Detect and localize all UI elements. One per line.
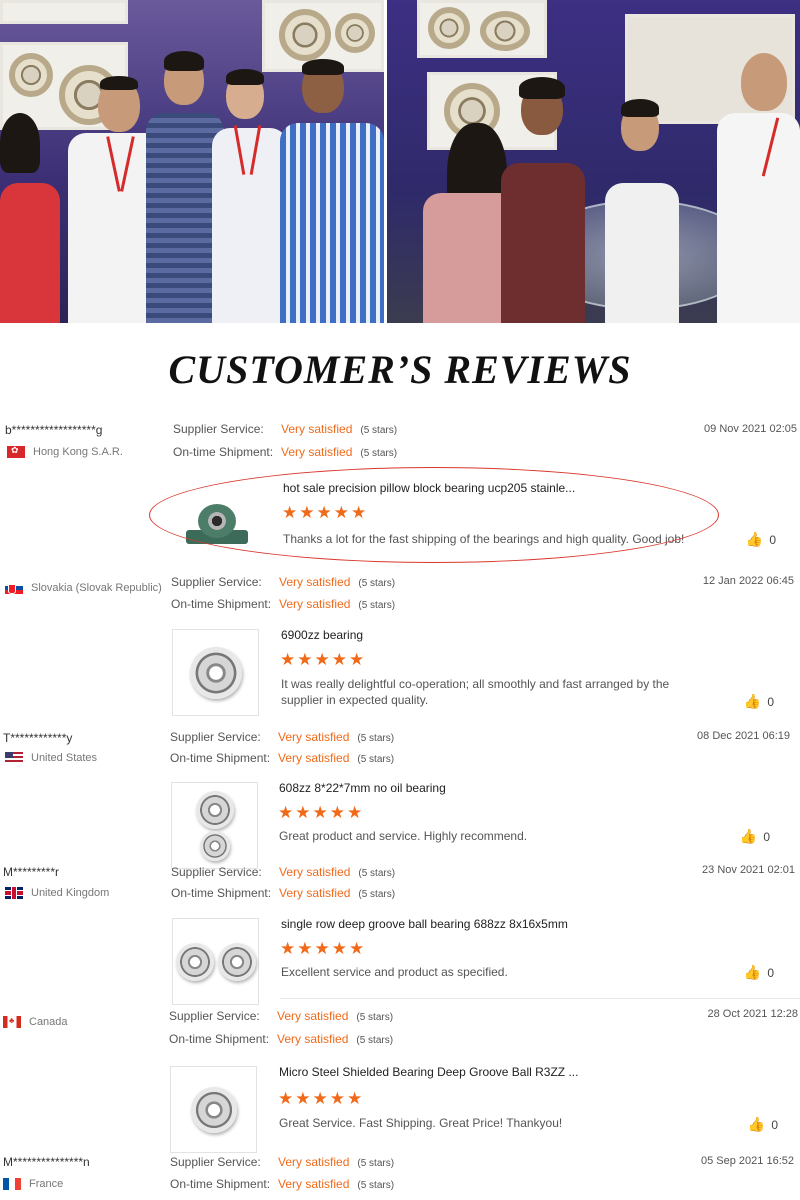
buyer-name: T************y (3, 731, 73, 745)
buyer-country: United States (5, 752, 97, 764)
slovakia-flag-icon (5, 582, 23, 594)
like-button[interactable]: 👍 0 (744, 964, 774, 981)
review-date: 28 Oct 2021 12:28 (707, 1008, 798, 1020)
supplier-service-rating: Supplier Service: Very satisfied (5 stars) (169, 1009, 394, 1023)
review-comment: Excellent service and product as specifi… (281, 965, 508, 979)
supplier-service-rating: Supplier Service: Very satisfied (5 stars) (170, 1155, 395, 1169)
buyer-name: M*********r (3, 865, 60, 879)
like-button[interactable]: 👍 0 (748, 1116, 778, 1133)
divider (280, 998, 800, 999)
like-button[interactable]: 👍 0 (740, 828, 770, 845)
ontime-shipment-rating: On-time Shipment: Very satisfied (5 stars) (171, 597, 396, 611)
ontime-shipment-rating: On-time Shipment: Very satisfied (5 stars) (170, 1177, 395, 1191)
thumbs-up-icon: 👍 (747, 1116, 766, 1132)
product-link[interactable]: 608zz 8*22*7mm no oil bearing (279, 781, 446, 795)
trade-show-group-photo (0, 0, 384, 323)
buyer-country: Slovakia (Slovak Republic) (5, 582, 162, 594)
review-comment: It was really delightful co-operation; a… (281, 677, 670, 707)
ontime-shipment-rating: On-time Shipment: Very satisfied (5 stars) (169, 1032, 394, 1046)
stacked-bearings-image[interactable] (171, 782, 258, 869)
thumbs-up-icon: 👍 (743, 693, 762, 709)
thumbs-up-icon: 👍 (745, 531, 764, 547)
supplier-service-rating: Supplier Service: Very satisfied (5 stars) (170, 730, 395, 744)
hong-kong-flag-icon (7, 446, 25, 458)
buyer-name: M***************n (3, 1155, 90, 1169)
supplier-service-rating: Supplier Service: Very satisfied (5 stars) (173, 422, 398, 436)
trade-show-meeting-photo (387, 0, 800, 323)
buyer-country: Hong Kong S.A.R. (7, 446, 123, 458)
buyer-country: Canada (3, 1016, 68, 1028)
star-rating: ★★★★★ (278, 1089, 365, 1108)
star-rating: ★★★★★ (280, 939, 367, 958)
united-states-flag-icon (5, 752, 23, 764)
micro-bearing-image[interactable] (170, 1066, 257, 1153)
ball-bearing-image[interactable] (172, 629, 259, 716)
highlight-ellipse (149, 467, 719, 563)
review-date: 05 Sep 2021 16:52 (701, 1155, 794, 1167)
buyer-name: b******************g (5, 423, 103, 437)
thumbs-up-icon: 👍 (739, 828, 758, 844)
trade-show-photo-banner (0, 0, 800, 323)
review-date: 23 Nov 2021 02:01 (702, 864, 795, 876)
buyer-country: France (3, 1178, 63, 1190)
review-comment: Great product and service. Highly recomm… (279, 829, 528, 843)
like-button[interactable]: 👍 0 (744, 693, 774, 710)
product-link[interactable]: single row deep groove ball bearing 688z… (281, 917, 568, 931)
like-button[interactable]: 👍 0 (746, 531, 776, 548)
star-rating: ★★★★★ (278, 803, 365, 822)
supplier-service-rating: Supplier Service: Very satisfied (5 stars) (171, 865, 396, 879)
united-kingdom-flag-icon (5, 887, 23, 899)
two-bearings-image[interactable] (172, 918, 259, 1005)
product-link[interactable]: Micro Steel Shielded Bearing Deep Groove… (279, 1065, 578, 1079)
review-date: 12 Jan 2022 06:45 (702, 575, 794, 587)
page-title: CUSTOMER’S REVIEWS (168, 347, 632, 392)
canada-flag-icon (3, 1016, 21, 1028)
star-rating: ★★★★★ (280, 650, 367, 669)
review-date: 08 Dec 2021 06:19 (697, 730, 790, 742)
supplier-service-rating: Supplier Service: Very satisfied (5 stars) (171, 575, 396, 589)
product-link[interactable]: 6900zz bearing (281, 628, 363, 642)
ontime-shipment-rating: On-time Shipment: Very satisfied (5 stars) (173, 445, 398, 459)
review-date: 09 Nov 2021 02:05 (704, 423, 797, 435)
review-comment: Great Service. Fast Shipping. Great Pric… (279, 1116, 563, 1130)
ontime-shipment-rating: On-time Shipment: Very satisfied (5 stars) (170, 751, 395, 765)
ontime-shipment-rating: On-time Shipment: Very satisfied (5 stars) (171, 886, 396, 900)
buyer-country: United Kingdom (5, 887, 109, 899)
thumbs-up-icon: 👍 (743, 964, 762, 980)
france-flag-icon (3, 1178, 21, 1190)
